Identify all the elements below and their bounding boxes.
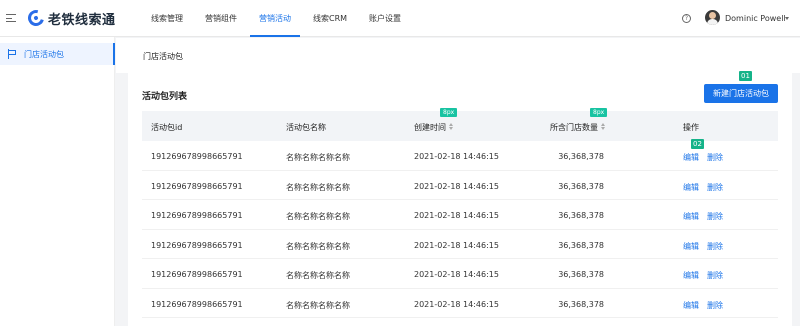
delete-link[interactable]: 删除 (707, 270, 723, 281)
sort-icon[interactable] (601, 123, 606, 131)
table-row: 191269678998665791 名称名称名称名称 2021-02-18 14:… (142, 200, 778, 230)
sidebar-item-label: 门店活动包 (24, 50, 64, 59)
sidebar-item-store-package[interactable]: 门店活动包 (0, 43, 115, 65)
delete-link[interactable]: 删除 (707, 211, 723, 222)
edit-link[interactable]: 编辑 (683, 152, 699, 163)
column-header-id: 活动包id (151, 123, 183, 132)
cell-name: 名称名称名称名称 (286, 212, 350, 221)
spacing-badge: 8px (590, 108, 608, 117)
page-header: 门店活动包 (116, 38, 800, 73)
cell-created: 2021-02-18 14:46:15 (414, 181, 499, 191)
edit-link[interactable]: 编辑 (683, 300, 699, 311)
delete-link[interactable]: 删除 (707, 182, 723, 193)
cell-store-count: 36,368,378 (558, 299, 604, 309)
cell-created: 2021-02-18 14:46:15 (414, 211, 499, 220)
cell-created: 2021-02-18 14:46:15 (414, 240, 499, 250)
flag-icon (8, 49, 16, 59)
sort-icon[interactable] (449, 123, 454, 131)
annotation-marker: 02 (691, 139, 704, 149)
edit-link[interactable]: 编辑 (683, 241, 699, 252)
edit-link[interactable]: 编辑 (683, 270, 699, 281)
delete-link[interactable]: 删除 (707, 300, 723, 311)
chevron-down-icon[interactable] (785, 17, 789, 20)
nav-item-account-settings[interactable]: 账户设置 (358, 0, 412, 37)
edit-link[interactable]: 编辑 (683, 211, 699, 222)
cell-store-count: 36,368,378 (558, 211, 604, 220)
cell-id: 191269678998665791 (151, 240, 243, 250)
delete-link[interactable]: 删除 (707, 152, 723, 163)
table-row: 191269678998665791 名称名称名称名称 2021-02-18 14:… (142, 141, 778, 171)
logo-text: 老铁线索通 (48, 12, 116, 28)
cell-name: 名称名称名称名称 (286, 182, 350, 192)
table-row: 191269678998665791 名称名称名称名称 2021-02-18 14:… (142, 230, 778, 259)
cell-created: 2021-02-18 14:46:15 (414, 152, 499, 161)
menu-fold-icon[interactable] (6, 13, 16, 23)
cell-id: 191269678998665791 (151, 152, 243, 161)
help-icon[interactable]: ? (682, 14, 691, 23)
cell-id: 191269678998665791 (151, 270, 243, 279)
table-row: 191269678998665791 名称名称名称名称 2021-02-18 14:… (142, 259, 778, 289)
nav-item-crm[interactable]: 线索CRM (302, 0, 358, 37)
table-row: 191269678998665791 名称名称名称名称 2021-02-18 14:… (142, 289, 778, 318)
sidebar: 门店活动包 (0, 37, 115, 326)
cell-store-count: 36,368,378 (558, 270, 604, 279)
cell-created: 2021-02-18 14:46:15 (414, 270, 499, 279)
cell-id: 191269678998665791 (151, 299, 243, 309)
new-store-package-button[interactable]: 新建门店活动包 (704, 84, 778, 103)
cell-id: 191269678998665791 (151, 181, 243, 191)
cell-created: 2021-02-18 14:46:15 (414, 299, 499, 309)
top-bar: 老铁线索通 线索管理 营销组件 营销活动 线索CRM 账户设置 ? Domini… (0, 0, 800, 37)
delete-link[interactable]: 删除 (707, 241, 723, 252)
annotation-marker: 01 (739, 71, 752, 81)
column-header-created[interactable]: 创建时间 (414, 122, 454, 133)
nav-item-leads[interactable]: 线索管理 (140, 0, 194, 37)
cell-name: 名称名称名称名称 (286, 271, 350, 280)
cell-store-count: 36,368,378 (558, 152, 604, 161)
logo-icon (25, 7, 47, 29)
cell-name: 名称名称名称名称 (286, 241, 350, 251)
table-header: 活动包id 活动包名称 创建时间 所含门店数量 操作 (142, 111, 778, 141)
spacing-badge: 8px (440, 108, 458, 117)
cell-name: 名称名称名称名称 (286, 153, 350, 162)
cell-store-count: 36,368,378 (558, 240, 604, 250)
logo[interactable]: 老铁线索通 (25, 7, 116, 29)
active-indicator (113, 43, 115, 65)
page-title: 门店活动包 (143, 52, 183, 61)
main-nav: 线索管理 营销组件 营销活动 线索CRM 账户设置 (140, 0, 412, 37)
column-header-store-count[interactable]: 所含门店数量 (550, 122, 606, 133)
cell-name: 名称名称名称名称 (286, 300, 350, 310)
column-header-name: 活动包名称 (286, 123, 326, 132)
cell-id: 191269678998665791 (151, 211, 243, 220)
column-header-actions: 操作 (683, 123, 699, 132)
nav-item-campaigns[interactable]: 营销活动 (248, 0, 302, 37)
user-name[interactable]: Dominic Powell (725, 14, 786, 23)
avatar[interactable] (705, 10, 720, 25)
list-card: 活动包列表 新建门店活动包 活动包id 活动包名称 创建时间 所含门店数量 操作… (128, 73, 792, 326)
card-title: 活动包列表 (142, 92, 188, 102)
edit-link[interactable]: 编辑 (683, 182, 699, 193)
cell-store-count: 36,368,378 (558, 181, 604, 191)
nav-item-components[interactable]: 营销组件 (194, 0, 248, 37)
table-row: 191269678998665791 名称名称名称名称 2021-02-18 14:… (142, 171, 778, 200)
